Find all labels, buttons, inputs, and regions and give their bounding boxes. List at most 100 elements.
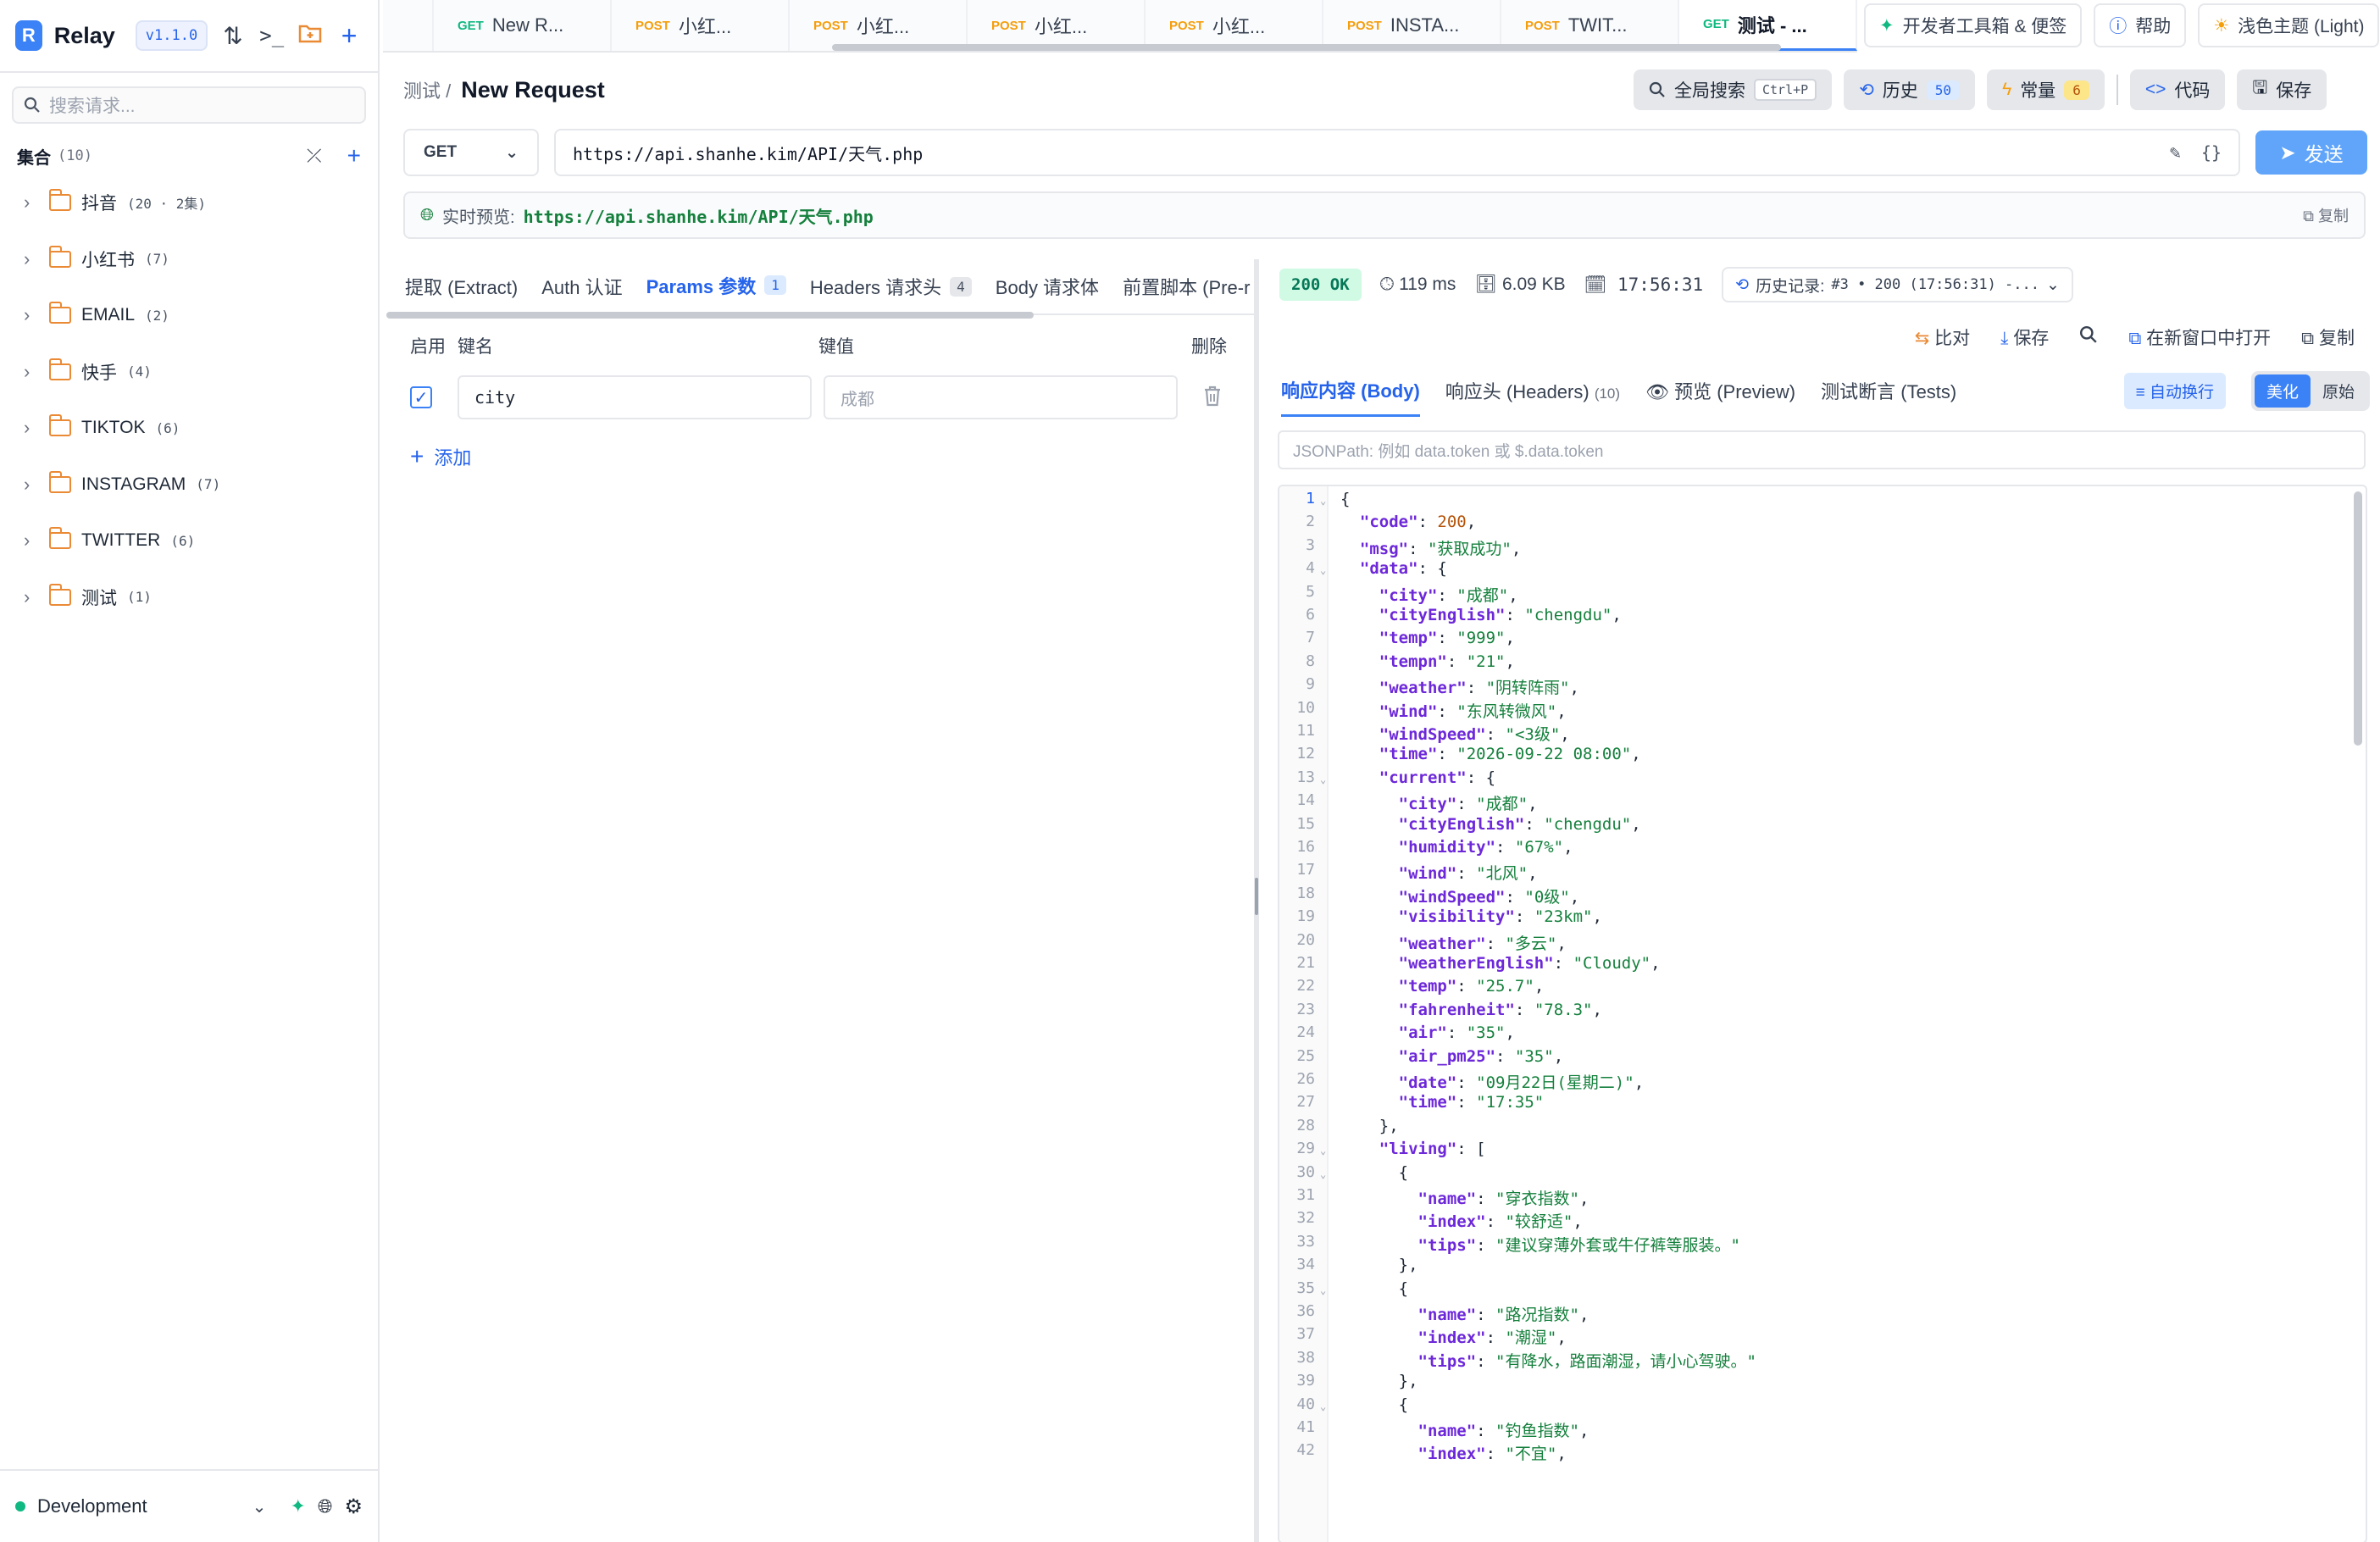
save-response-button[interactable]: ⤓ 保存 (2000, 324, 2049, 350)
chevron-right-icon[interactable]: › (24, 191, 49, 214)
auto-wrap-toggle[interactable]: ≡ 自动换行 (2123, 372, 2226, 409)
tab-response-preview[interactable]: 👁︎ 预览 (Preview) (1645, 377, 1795, 404)
page-title[interactable]: New Request (461, 77, 605, 103)
request-tab[interactable]: POST TWIT... (1501, 0, 1679, 51)
sidebar-search[interactable]: 搜索请求... (12, 86, 366, 124)
add-collection-icon[interactable]: + (347, 142, 361, 169)
sidebar-collection-item[interactable]: › 小红书 (7) (0, 231, 378, 288)
param-enable-checkbox[interactable]: ✓ (410, 386, 432, 408)
copy-response-button[interactable]: ⧉ 复制 (2301, 324, 2355, 350)
param-key-input[interactable]: city (458, 375, 812, 419)
sidebar-collection-item[interactable]: › TIKTOK (6) (0, 400, 378, 457)
param-value-input[interactable]: 成都 (824, 375, 1178, 419)
request-tab[interactable]: POST INSTA... (1323, 0, 1501, 51)
line-number: 33 (1296, 1232, 1315, 1251)
line-number: 21 (1296, 954, 1315, 972)
sidebar-collection-item[interactable]: › 测试 (1) (0, 569, 378, 626)
code-scrollbar[interactable] (2354, 491, 2362, 746)
history-dropdown[interactable]: ⟲ 历史记录: #3 • 200 (17:56:31) -... ⌄ (1722, 267, 2073, 302)
fold-chevron-icon[interactable]: ⌄ (1320, 564, 1326, 576)
import-export-icon[interactable]: ⇅ (219, 22, 247, 50)
chevron-right-icon[interactable]: › (24, 417, 49, 439)
global-search-button[interactable]: 全局搜索 Ctrl+P (1634, 69, 1833, 110)
request-section-tab[interactable]: 前置脚本 (Pre-r (1111, 259, 1254, 313)
url-input[interactable]: https://api.shanhe.kim/API/天气.php ✎ {} (554, 129, 2240, 176)
env-status-dot (15, 1501, 25, 1511)
request-section-tab[interactable]: Params 参数 1 (634, 259, 798, 313)
copy-preview-button[interactable]: ⧉ 复制 (2303, 204, 2349, 226)
collection-name: 小红书 (81, 250, 135, 270)
fold-chevron-icon[interactable]: ⌄ (1320, 495, 1326, 507)
pane-resize-handle[interactable] (1254, 259, 1259, 1542)
sidebar-collection-item[interactable]: › INSTAGRAM (7) (0, 457, 378, 513)
chevron-right-icon[interactable]: › (24, 304, 49, 326)
add-param-button[interactable]: + 添加 (386, 427, 1254, 486)
code-button[interactable]: <> 代码 (2129, 69, 2226, 110)
chevron-right-icon[interactable]: › (24, 248, 49, 270)
environment-selector[interactable]: Development ⌄ ✦ 🌐︎ ⚙ (0, 1469, 378, 1542)
fold-chevron-icon[interactable]: ⌄ (1320, 1145, 1326, 1156)
search-response-icon[interactable] (2079, 325, 2098, 349)
devtools-button[interactable]: ✦ 开发者工具箱 & 便签 (1864, 3, 2083, 47)
fold-chevron-icon[interactable]: ⌄ (1320, 1284, 1326, 1296)
response-status-row: 200 OK 🕓︎ 119 ms 🗄︎ 6.09 KB 🗓︎ 17:56:31 … (1271, 259, 2380, 310)
request-tab[interactable]: GET 测试 - ... (1679, 0, 1857, 51)
terminal-icon[interactable]: >_ (258, 24, 286, 47)
method-select[interactable]: GET ⌄ (403, 129, 539, 176)
save-button[interactable]: 🖫 保存 (2237, 69, 2327, 110)
request-section-tab[interactable]: Body 请求体 (984, 259, 1111, 313)
help-button[interactable]: ⓘ 帮助 (2094, 3, 2187, 47)
raw-option[interactable]: 原始 (2311, 374, 2366, 408)
tabs-scrollbar[interactable] (832, 44, 1781, 51)
theme-button[interactable]: ☀ 浅色主题 (Light) (2198, 3, 2380, 47)
breadcrumb-collection[interactable]: 测试 / (403, 80, 451, 102)
section-tabs-scrollbar[interactable] (386, 312, 1034, 319)
code-token: "time" (1398, 1093, 1457, 1112)
globe-icon[interactable]: 🌐︎ (318, 1495, 333, 1517)
collection-name: TWITTER (81, 530, 161, 551)
breadcrumb: 测试 / New Request (403, 76, 605, 103)
sidebar-collection-item[interactable]: › EMAIL (2) (0, 287, 378, 344)
request-section-tab[interactable]: 提取 (Extract) (393, 259, 530, 313)
tab-response-tests[interactable]: 测试断言 (Tests) (1821, 377, 1956, 404)
sidebar-header: R Relay v1.1.0 ⇅ >_ + (0, 0, 378, 73)
sparkle-icon[interactable]: ✦ (290, 1495, 305, 1517)
tab-response-headers[interactable]: 响应头 (Headers) (10) (1445, 377, 1620, 404)
beautify-option[interactable]: 美化 (2254, 374, 2311, 408)
add-icon[interactable]: + (336, 20, 363, 52)
open-new-window-button[interactable]: ⧉ 在新窗口中打开 (2128, 324, 2271, 350)
send-button[interactable]: ➤ 发送 (2255, 130, 2367, 175)
tab-response-body[interactable]: 响应内容 (Body) (1281, 364, 1420, 417)
new-folder-icon[interactable] (297, 22, 325, 49)
request-tab[interactable]: GET New R... (434, 0, 612, 51)
sidebar-collection-item[interactable]: › 快手 (4) (0, 344, 378, 401)
gear-icon[interactable]: ⚙ (344, 1495, 363, 1519)
history-button[interactable]: ⟲ 历史 50 (1844, 69, 1976, 110)
request-tab[interactable]: POST 小红... (790, 0, 968, 51)
fold-chevron-icon[interactable]: ⌄ (1320, 774, 1326, 785)
request-tab[interactable]: POST 小红... (968, 0, 1146, 51)
jsonpath-input[interactable]: JSONPath: 例如 data.token 或 $.data.token (1278, 430, 2366, 469)
chevron-right-icon[interactable]: › (24, 474, 49, 496)
trash-icon[interactable] (1203, 385, 1222, 411)
sidebar-collection-item[interactable]: › 抖音 (20 · 2集) (0, 175, 378, 231)
constants-button[interactable]: ϟ 常量 6 (1987, 69, 2105, 110)
code-token: "name" (1417, 1422, 1477, 1440)
chevron-right-icon[interactable]: › (24, 361, 49, 383)
compare-button[interactable]: ⇆ 比对 (1915, 324, 1970, 350)
request-tab[interactable]: POST 小红... (1146, 0, 1323, 51)
fold-chevron-icon[interactable]: ⌄ (1320, 1401, 1326, 1412)
request-tab[interactable]: POST 小红... (612, 0, 790, 51)
response-code-editor[interactable]: 1 ⌄ 2 3 4 ⌄ 5 6 7 8 9 10 11 12 13 ⌄ 14 15 16 17 18 19 20 21 22 23… (1278, 485, 2367, 1542)
sidebar-collection-item[interactable]: › TWITTER (6) (0, 513, 378, 569)
collapse-all-icon[interactable]: ⤫ (307, 145, 322, 167)
code-token: : (1485, 1328, 1506, 1348)
request-section-tab[interactable]: Headers 请求头 4 (798, 259, 984, 313)
chevron-right-icon[interactable]: › (24, 586, 49, 608)
fold-chevron-icon[interactable]: ⌄ (1320, 1168, 1326, 1180)
edit-icon[interactable]: ✎ (2170, 142, 2181, 164)
chevron-right-icon[interactable]: › (24, 530, 49, 552)
request-section-tab[interactable]: Auth 认证 (530, 259, 634, 313)
chevron-down-icon[interactable]: ⌄ (252, 1496, 267, 1517)
braces-icon[interactable]: {} (2201, 142, 2222, 163)
